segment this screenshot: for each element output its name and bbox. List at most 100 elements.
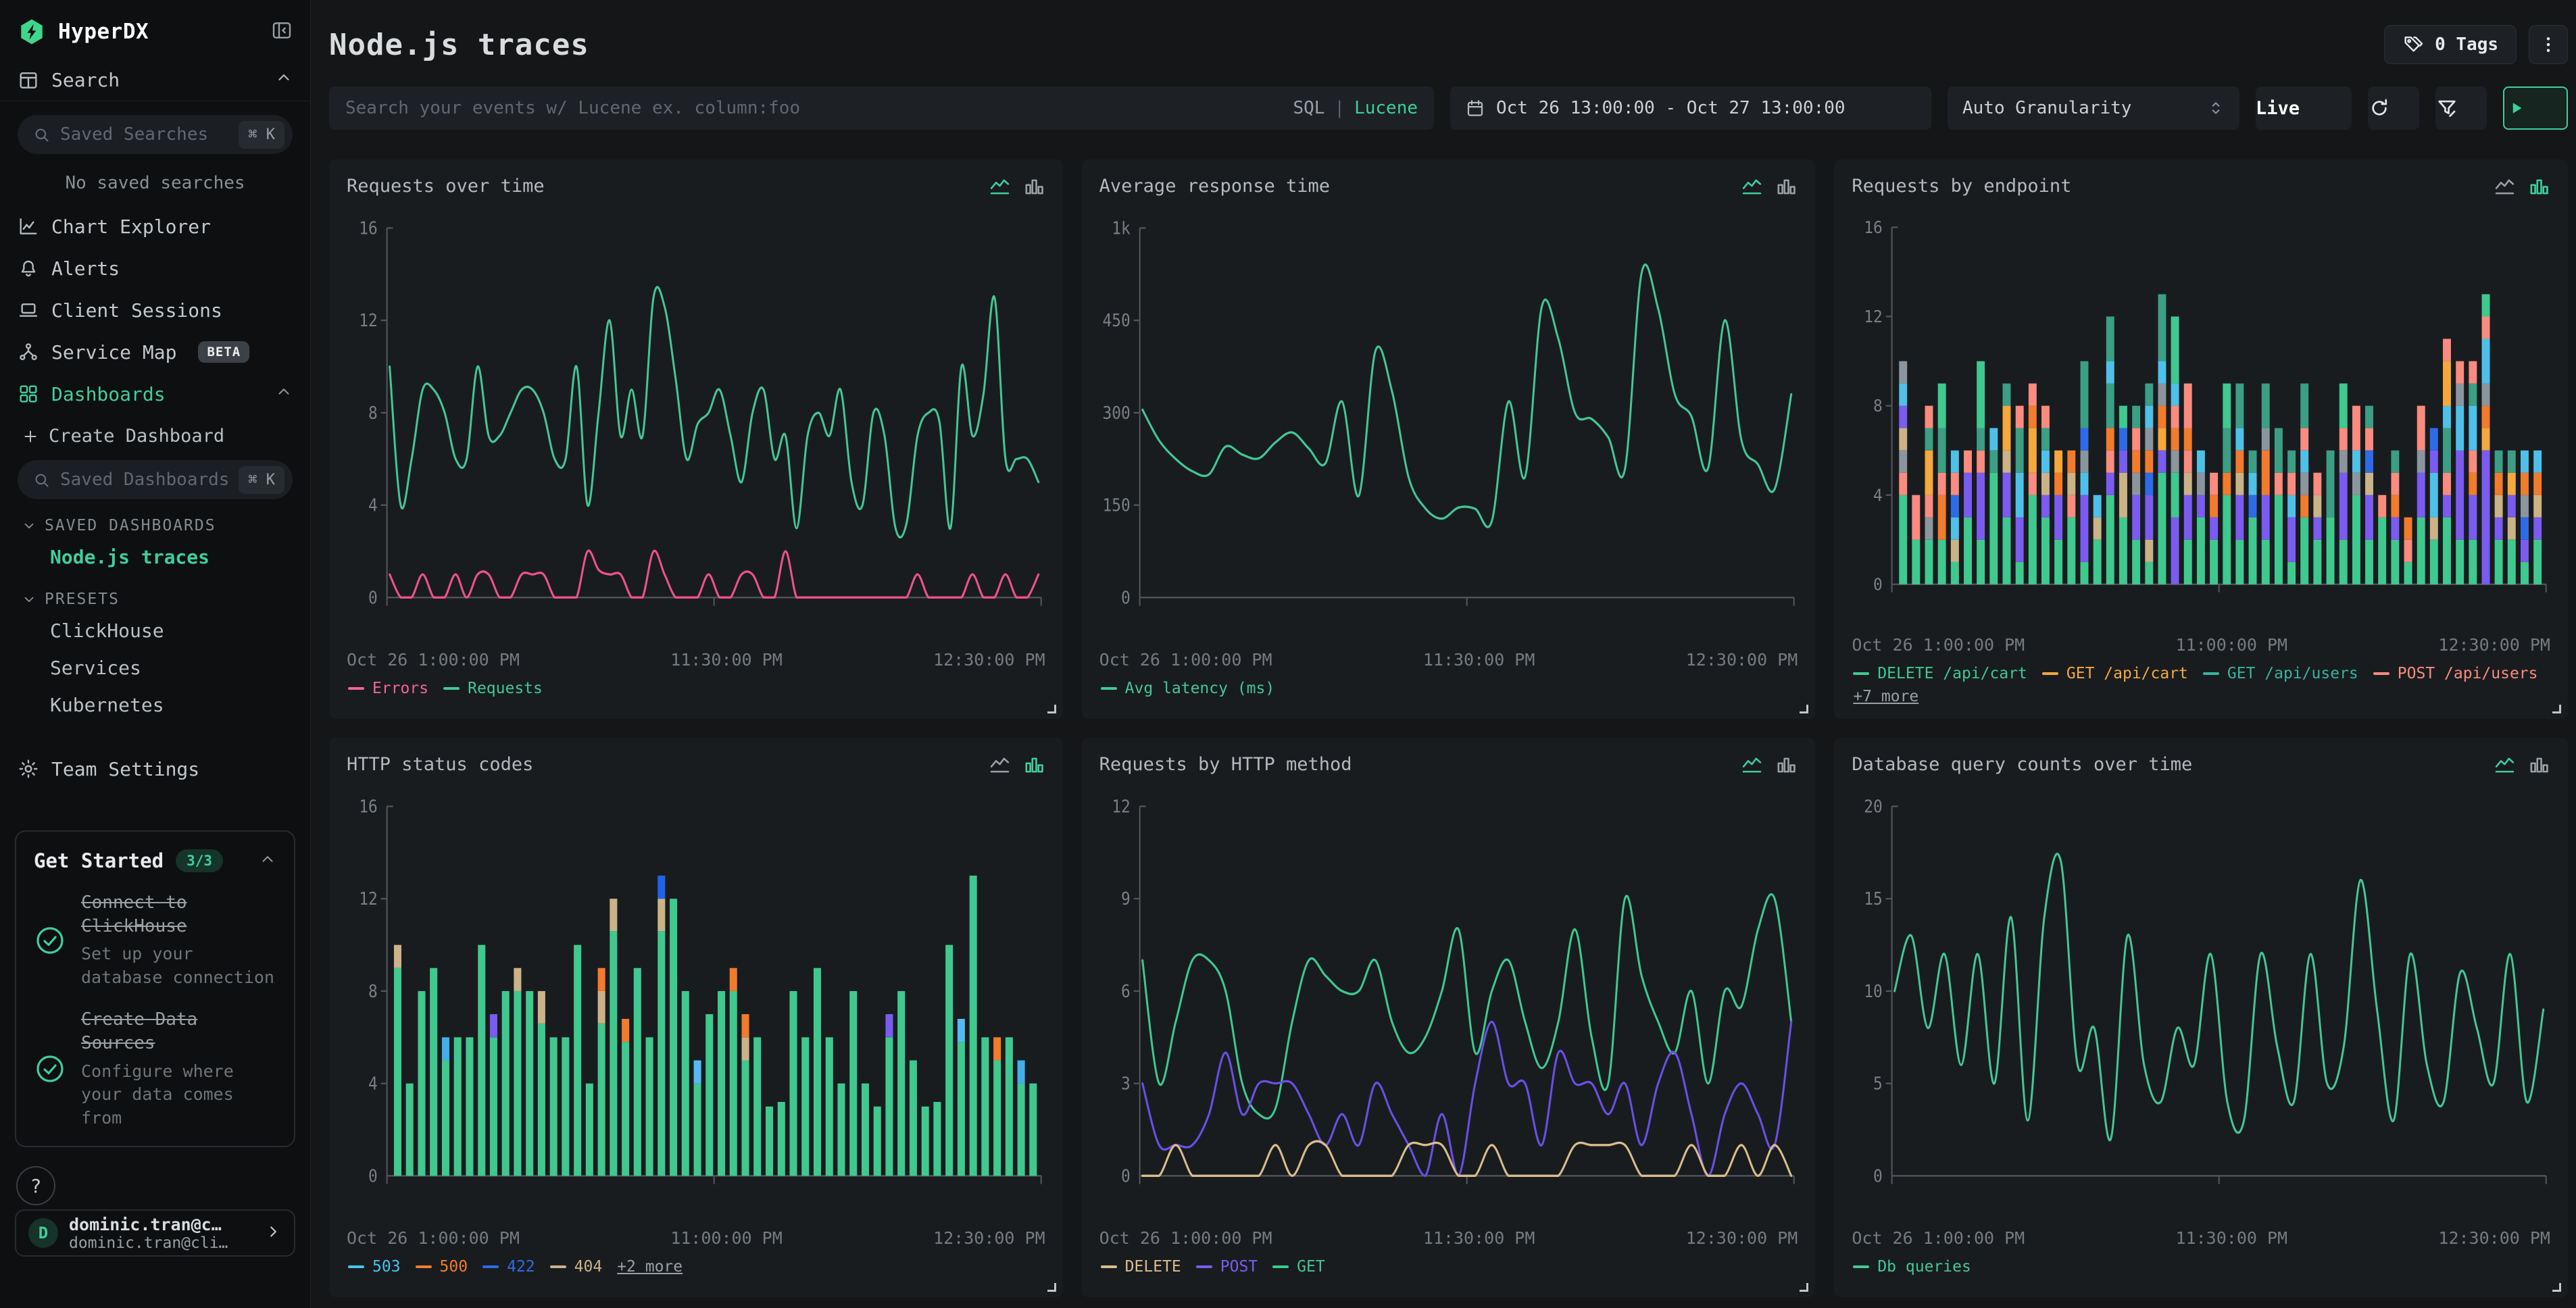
live-button[interactable]: Live [2256, 86, 2352, 130]
saved-dashboards-input[interactable]: ⌘ K [18, 460, 293, 499]
sidebar-item-dashboards[interactable]: Dashboards [0, 373, 310, 415]
legend-item[interactable]: DELETE /api/cart [1853, 665, 2027, 682]
x-axis-label-start: Oct 26 1:00:00 PM [347, 650, 520, 670]
run-query-button[interactable] [2503, 86, 2568, 130]
line-chart-toggle-icon[interactable] [2494, 754, 2516, 776]
shortcut-badge: ⌘ K [239, 121, 284, 149]
panel-resize-handle[interactable] [2552, 1283, 2561, 1292]
sidebar-item-label: Service Map [51, 341, 176, 363]
saved-searches-input[interactable]: ⌘ K [18, 115, 293, 154]
panel-resize-handle[interactable] [1047, 1283, 1056, 1292]
sidebar-item-service-map[interactable]: Service Map BETA [0, 331, 310, 373]
x-axis-label-start: Oct 26 1:00:00 PM [1099, 1228, 1272, 1248]
tag-icon [2402, 34, 2424, 55]
series-DELETE [1142, 1141, 1791, 1176]
event-search-input[interactable] [345, 98, 1281, 118]
bar-chart-toggle-icon[interactable] [1023, 754, 1045, 776]
filter-button[interactable] [2435, 86, 2487, 130]
sidebar-item-label: Dashboards [51, 383, 166, 405]
event-search-box[interactable]: SQL | Lucene [329, 86, 1434, 130]
bar-chart-toggle-icon[interactable] [2528, 176, 2550, 198]
legend-item[interactable]: GET /api/cart [2042, 665, 2188, 682]
svg-text:8: 8 [1873, 396, 1883, 416]
sidebar-item-label: Alerts [51, 257, 120, 280]
check-circle-icon [34, 924, 66, 957]
chevron-up-icon[interactable] [259, 851, 276, 871]
sidebar-item-search[interactable]: Search [0, 59, 310, 101]
sidebar-item-label: Team Settings [51, 758, 199, 780]
collapse-sidebar-icon[interactable] [271, 20, 293, 44]
refresh-button[interactable] [2368, 86, 2419, 130]
legend-item[interactable]: 422 [482, 1258, 535, 1276]
legend-item[interactable]: Errors [348, 680, 428, 697]
legend-item[interactable]: GET /api/users [2203, 665, 2358, 682]
svg-text:16: 16 [1864, 218, 1883, 237]
sql-mode-toggle[interactable]: SQL [1293, 98, 1324, 118]
chevron-right-icon [264, 1223, 282, 1243]
svg-text:150: 150 [1102, 495, 1130, 515]
panel-resize-handle[interactable] [1800, 1283, 1808, 1292]
tree-item-clickhouse[interactable]: ClickHouse [22, 612, 293, 649]
legend-item[interactable]: 404 [550, 1258, 603, 1276]
legend-more-link[interactable]: +7 more [1853, 688, 1918, 705]
help-button[interactable]: ? [16, 1166, 55, 1205]
tree-section-saved-dashboards[interactable]: SAVED DASHBOARDS [22, 517, 293, 534]
chart-legend: DELETE /api/cart GET /api/cart GET /api/us… [1852, 657, 2550, 709]
tree-item-services[interactable]: Services [22, 649, 293, 686]
legend-item[interactable]: 500 [416, 1258, 468, 1276]
line-chart-toggle-icon[interactable] [989, 176, 1011, 198]
saved-dashboards-field[interactable] [60, 470, 229, 490]
create-dashboard-button[interactable]: Create Dashboard [0, 415, 310, 447]
sidebar-item-client-sessions[interactable]: Client Sessions [0, 289, 310, 331]
x-axis-label-mid: 11:30:00 PM [1423, 650, 1535, 670]
tree-item-kubernetes[interactable]: Kubernetes [22, 686, 293, 724]
sidebar-item-chart-explorer[interactable]: Chart Explorer [0, 205, 310, 247]
legend-item[interactable]: POST [1196, 1258, 1258, 1276]
x-axis-label-start: Oct 26 1:00:00 PM [347, 1228, 520, 1248]
sidebar-item-alerts[interactable]: Alerts [0, 247, 310, 289]
legend-item[interactable]: GET [1272, 1258, 1325, 1276]
line-chart-toggle-icon[interactable] [2494, 176, 2516, 198]
tree-section-label: PRESETS [45, 590, 120, 608]
legend-item[interactable]: Requests [443, 680, 543, 697]
line-chart-toggle-icon[interactable] [989, 754, 1011, 776]
chart-canvas: 0481216 [1852, 205, 2550, 632]
user-menu[interactable]: D dominic.tran@c… dominic.tran@cli… [15, 1209, 295, 1257]
more-options-button[interactable] [2529, 25, 2568, 64]
legend-item[interactable]: DELETE [1101, 1258, 1181, 1276]
tree-item-nodejs-traces[interactable]: Node.js traces [22, 538, 293, 576]
get-started-progress-badge: 3/3 [176, 849, 223, 872]
panel-resize-handle[interactable] [1047, 705, 1056, 713]
series-Avg latency (ms) [1142, 265, 1791, 527]
panel-resize-handle[interactable] [1800, 705, 1808, 713]
svg-text:0: 0 [1121, 587, 1131, 608]
laptop-icon [18, 299, 39, 321]
legend-item[interactable]: 503 [348, 1258, 401, 1276]
bar-chart-toggle-icon[interactable] [2528, 754, 2550, 776]
no-saved-searches-text: No saved searches [0, 173, 310, 193]
sidebar-item-team-settings[interactable]: Team Settings [0, 748, 310, 790]
bar-chart-toggle-icon[interactable] [1775, 176, 1798, 198]
tree-section-presets[interactable]: PRESETS [22, 590, 293, 608]
bar-chart-toggle-icon[interactable] [1775, 754, 1798, 776]
lucene-mode-toggle[interactable]: Lucene [1354, 98, 1418, 118]
bar-chart-toggle-icon[interactable] [1023, 176, 1045, 198]
get-started-task[interactable]: Create Data Sources Configure where your… [34, 1008, 276, 1130]
tags-button[interactable]: 0 Tags [2384, 25, 2517, 64]
get-started-task[interactable]: Connect to ClickHouse Set up your databa… [34, 891, 276, 989]
legend-item[interactable]: Db queries [1853, 1258, 1971, 1276]
line-chart-toggle-icon[interactable] [1741, 176, 1763, 198]
x-axis-label-start: Oct 26 1:00:00 PM [1852, 635, 2025, 655]
beta-badge: BETA [198, 341, 249, 363]
date-range-value: Oct 26 13:00:00 - Oct 27 13:00:00 [1496, 98, 1846, 118]
panel-resize-handle[interactable] [2552, 705, 2561, 713]
saved-searches-field[interactable] [60, 124, 229, 145]
date-range-picker[interactable]: Oct 26 13:00:00 - Oct 27 13:00:00 [1450, 86, 1931, 130]
legend-item[interactable]: POST /api/users [2373, 665, 2538, 682]
x-axis-label-mid: 11:30:00 PM [2176, 1228, 2288, 1248]
legend-item[interactable]: Avg latency (ms) [1101, 680, 1275, 697]
check-circle-icon [34, 1053, 66, 1085]
line-chart-toggle-icon[interactable] [1741, 754, 1763, 776]
legend-more-link[interactable]: +2 more [617, 1258, 683, 1276]
granularity-select[interactable]: Auto Granularity [1948, 86, 2239, 130]
